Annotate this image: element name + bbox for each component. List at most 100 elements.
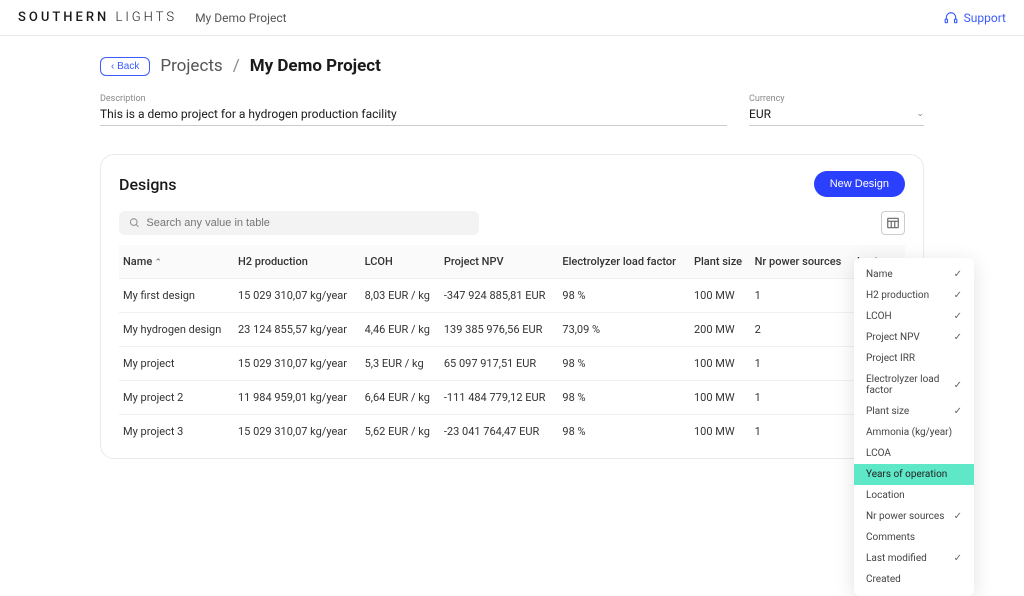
cell-elf: 98 % (558, 279, 690, 313)
column-option[interactable]: Electrolyzer load factor✓ (854, 369, 974, 401)
headset-icon (944, 11, 958, 25)
topbar-project-title: My Demo Project (195, 11, 287, 25)
currency-value: EUR (749, 107, 771, 121)
column-option[interactable]: Project IRR (854, 348, 974, 369)
column-option[interactable]: Project NPV ✓ (854, 327, 974, 348)
col-elf[interactable]: Electrolyzer load factor (558, 245, 690, 279)
col-plant[interactable]: Plant size (690, 245, 751, 279)
search-field[interactable] (119, 211, 479, 235)
cell-elf: 98 % (558, 415, 690, 449)
cell-plant: 100 MW (690, 347, 751, 381)
check-icon: ✓ (954, 511, 962, 522)
column-option-label: Location (866, 490, 905, 501)
search-input[interactable] (146, 217, 469, 229)
column-option[interactable]: H2 production✓ (854, 285, 974, 306)
designs-card: Designs New Design Name H2 production LC… (100, 154, 924, 459)
column-option[interactable]: Years of operation (854, 464, 974, 485)
column-option[interactable]: LCOH✓ (854, 306, 974, 327)
content-area: ‹ Back Projects / My Demo Project Descri… (0, 36, 1024, 499)
crumb-separator: / (233, 56, 240, 76)
crumb-current: My Demo Project (250, 56, 381, 76)
column-option[interactable]: Ammonia (kg/year) (854, 422, 974, 443)
currency-field: Currency EUR ⌄ (749, 94, 924, 126)
cell-elf: 98 % (558, 381, 690, 415)
table-row[interactable]: My project 211 984 959,01 kg/year6,64 EU… (119, 381, 905, 415)
column-option-label: Last modified (866, 553, 927, 564)
cell-lcoh: 4,46 EUR / kg (361, 313, 440, 347)
cell-nrps: 1 (751, 415, 853, 449)
check-icon: ✓ (954, 406, 962, 417)
column-option-label: LCOH (866, 311, 892, 322)
chevron-down-icon: ⌄ (916, 109, 924, 119)
cell-npv: -347 924 885,81 EUR (440, 279, 559, 313)
cell-h2: 15 029 310,07 kg/year (234, 415, 361, 449)
column-option-label: H2 production (866, 290, 929, 301)
cell-name: My project 3 (119, 415, 234, 449)
cell-lcoh: 8,03 EUR / kg (361, 279, 440, 313)
column-option[interactable]: Name ✓ (854, 264, 974, 285)
table-toolbar (119, 211, 905, 235)
cell-plant: 100 MW (690, 415, 751, 449)
table-row[interactable]: My project15 029 310,07 kg/year5,3 EUR /… (119, 347, 905, 381)
table-row[interactable]: My first design15 029 310,07 kg/year8,03… (119, 279, 905, 313)
meta-row: Description This is a demo project for a… (100, 94, 924, 126)
col-nrps[interactable]: Nr power sources (751, 245, 853, 279)
crumb-projects[interactable]: Projects (160, 56, 222, 76)
column-option-label: Nr power sources (866, 511, 944, 522)
logo-second: LIGHTS (115, 10, 177, 25)
designs-table: Name H2 production LCOH Project NPV Elec… (119, 245, 905, 448)
table-row[interactable]: My project 315 029 310,07 kg/year5,62 EU… (119, 415, 905, 449)
col-npv[interactable]: Project NPV (440, 245, 559, 279)
card-header: Designs New Design (119, 171, 905, 197)
column-option[interactable]: LCOA (854, 443, 974, 464)
check-icon: ✓ (954, 553, 962, 564)
column-option[interactable]: Created (854, 569, 974, 590)
cell-nrps: 1 (751, 381, 853, 415)
cell-npv: -111 484 779,12 EUR (440, 381, 559, 415)
column-option[interactable]: Plant size ✓ (854, 401, 974, 422)
cell-nrps: 2 (751, 313, 853, 347)
description-label: Description (100, 94, 727, 104)
currency-select[interactable]: EUR ⌄ (749, 107, 924, 126)
cell-h2: 15 029 310,07 kg/year (234, 279, 361, 313)
column-option-label: Project IRR (866, 353, 915, 364)
table-row[interactable]: My hydrogen design23 124 855,57 kg/year4… (119, 313, 905, 347)
column-option[interactable]: Nr power sources ✓ (854, 506, 974, 527)
column-option-label: Plant size (866, 406, 909, 417)
cell-plant: 200 MW (690, 313, 751, 347)
description-value[interactable]: This is a demo project for a hydrogen pr… (100, 107, 727, 126)
cell-h2: 11 984 959,01 kg/year (234, 381, 361, 415)
column-option[interactable]: Comments (854, 527, 974, 548)
column-option-label: Ammonia (kg/year) (866, 427, 952, 438)
col-h2[interactable]: H2 production (234, 245, 361, 279)
cell-npv: 65 097 917,51 EUR (440, 347, 559, 381)
check-icon: ✓ (954, 269, 962, 280)
cell-h2: 23 124 855,57 kg/year (234, 313, 361, 347)
cell-name: My hydrogen design (119, 313, 234, 347)
cell-plant: 100 MW (690, 381, 751, 415)
new-design-button[interactable]: New Design (814, 171, 905, 197)
cell-npv: -23 041 764,47 EUR (440, 415, 559, 449)
column-option-label: Project NPV (866, 332, 920, 343)
cell-elf: 73,09 % (558, 313, 690, 347)
columns-icon (886, 216, 900, 230)
cell-h2: 15 029 310,07 kg/year (234, 347, 361, 381)
column-option-label: Comments (866, 532, 915, 543)
check-icon: ✓ (954, 332, 962, 343)
cell-lcoh: 5,3 EUR / kg (361, 347, 440, 381)
support-link[interactable]: Support (944, 11, 1006, 25)
description-field: Description This is a demo project for a… (100, 94, 727, 126)
column-option[interactable]: Last modified ✓ (854, 548, 974, 569)
check-icon: ✓ (954, 380, 962, 391)
cell-lcoh: 5,62 EUR / kg (361, 415, 440, 449)
column-option[interactable]: Location (854, 485, 974, 506)
back-button[interactable]: ‹ Back (100, 57, 150, 76)
cell-elf: 98 % (558, 347, 690, 381)
col-name[interactable]: Name (119, 245, 234, 279)
columns-button[interactable] (881, 211, 905, 235)
column-picker-dropdown: Name✓H2 production✓LCOH✓Project NPV✓Proj… (854, 258, 974, 596)
cell-plant: 100 MW (690, 279, 751, 313)
column-option-label: Name (866, 269, 893, 280)
col-lcoh[interactable]: LCOH (361, 245, 440, 279)
logo-first: SOUTHERN (18, 10, 109, 25)
